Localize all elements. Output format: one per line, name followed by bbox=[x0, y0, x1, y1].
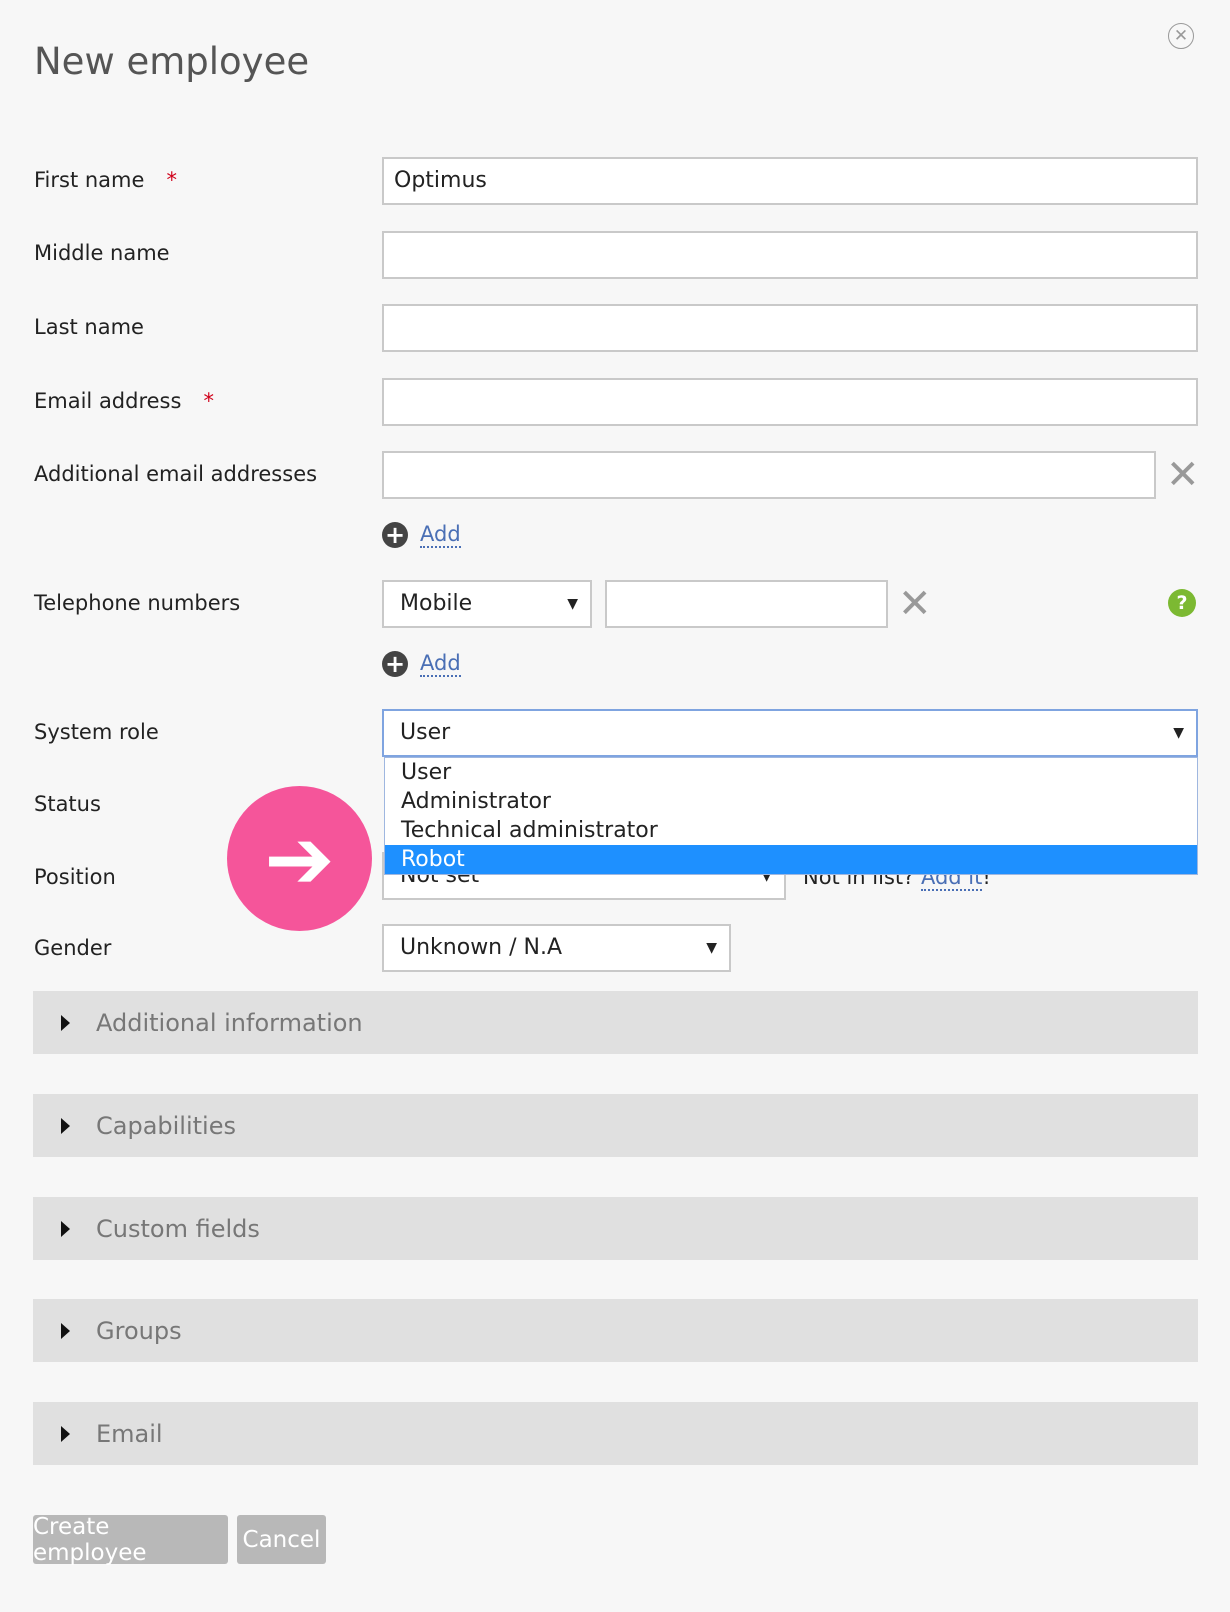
add-phone-link[interactable]: Add bbox=[420, 651, 461, 677]
section-capabilities[interactable]: Capabilities bbox=[33, 1094, 1198, 1157]
email-label: Email address * bbox=[34, 389, 214, 413]
email-input[interactable] bbox=[382, 378, 1198, 426]
remove-phone-icon[interactable]: ✕ bbox=[898, 584, 932, 624]
role-option-administrator[interactable]: Administrator bbox=[385, 787, 1197, 816]
role-option-user[interactable]: User bbox=[385, 758, 1197, 787]
add-phone-button[interactable]: + Add bbox=[382, 651, 461, 677]
arrow-right-icon: ➔ bbox=[227, 786, 372, 931]
system-role-value: User bbox=[400, 720, 451, 745]
plus-circle-icon: + bbox=[382, 651, 408, 677]
section-email[interactable]: Email bbox=[33, 1402, 1198, 1465]
email-label-text: Email address bbox=[34, 389, 182, 413]
add-email-link[interactable]: Add bbox=[420, 522, 461, 548]
phone-type-select[interactable]: Mobile ▼ bbox=[382, 580, 592, 628]
section-custom-fields[interactable]: Custom fields bbox=[33, 1197, 1198, 1260]
section-label: Additional information bbox=[96, 1008, 363, 1037]
system-role-select[interactable]: User ▼ bbox=[382, 709, 1198, 757]
section-additional-information[interactable]: Additional information bbox=[33, 991, 1198, 1054]
system-role-label: System role bbox=[34, 720, 159, 744]
middle-name-label: Middle name bbox=[34, 241, 170, 265]
section-label: Groups bbox=[96, 1316, 182, 1345]
triangle-right-icon bbox=[61, 1220, 70, 1237]
position-label: Position bbox=[34, 865, 116, 889]
additional-email-label: Additional email addresses bbox=[34, 462, 318, 486]
last-name-input[interactable] bbox=[382, 304, 1198, 352]
help-icon[interactable]: ? bbox=[1168, 589, 1196, 617]
section-label: Capabilities bbox=[96, 1111, 236, 1140]
add-email-button[interactable]: + Add bbox=[382, 522, 461, 548]
triangle-right-icon bbox=[61, 1322, 70, 1339]
close-icon[interactable]: ✕ bbox=[1168, 23, 1194, 49]
gender-label: Gender bbox=[34, 936, 112, 960]
plus-circle-icon: + bbox=[382, 522, 408, 548]
first-name-input[interactable]: Optimus bbox=[382, 157, 1198, 205]
role-option-technical-administrator[interactable]: Technical administrator bbox=[385, 816, 1197, 845]
additional-email-input[interactable] bbox=[382, 451, 1156, 499]
telephone-label: Telephone numbers bbox=[34, 591, 241, 615]
required-marker: * bbox=[166, 168, 177, 192]
triangle-right-icon bbox=[61, 1117, 70, 1134]
create-employee-button[interactable]: Create employee bbox=[33, 1514, 228, 1566]
triangle-right-icon bbox=[61, 1014, 70, 1031]
status-label: Status bbox=[34, 792, 101, 816]
section-label: Email bbox=[96, 1419, 163, 1448]
section-groups[interactable]: Groups bbox=[33, 1299, 1198, 1362]
last-name-label: Last name bbox=[34, 315, 144, 339]
caret-down-icon: ▼ bbox=[1173, 725, 1184, 741]
first-name-label: First name * bbox=[34, 168, 177, 192]
caret-down-icon: ▼ bbox=[567, 596, 578, 612]
system-role-dropdown: User Administrator Technical administrat… bbox=[384, 757, 1198, 875]
first-name-label-text: First name bbox=[34, 168, 145, 192]
gender-select[interactable]: Unknown / N.A ▼ bbox=[382, 924, 731, 972]
middle-name-input[interactable] bbox=[382, 231, 1198, 279]
role-option-robot[interactable]: Robot bbox=[385, 845, 1197, 874]
remove-email-icon[interactable]: ✕ bbox=[1166, 455, 1200, 495]
caret-down-icon: ▼ bbox=[706, 940, 717, 956]
page-title: New employee bbox=[34, 40, 310, 83]
triangle-right-icon bbox=[61, 1425, 70, 1442]
phone-number-input[interactable] bbox=[605, 580, 888, 628]
phone-type-value: Mobile bbox=[400, 591, 473, 616]
cancel-button[interactable]: Cancel bbox=[237, 1515, 326, 1564]
section-label: Custom fields bbox=[96, 1214, 260, 1243]
gender-value: Unknown / N.A bbox=[400, 935, 563, 960]
required-marker: * bbox=[203, 389, 214, 413]
